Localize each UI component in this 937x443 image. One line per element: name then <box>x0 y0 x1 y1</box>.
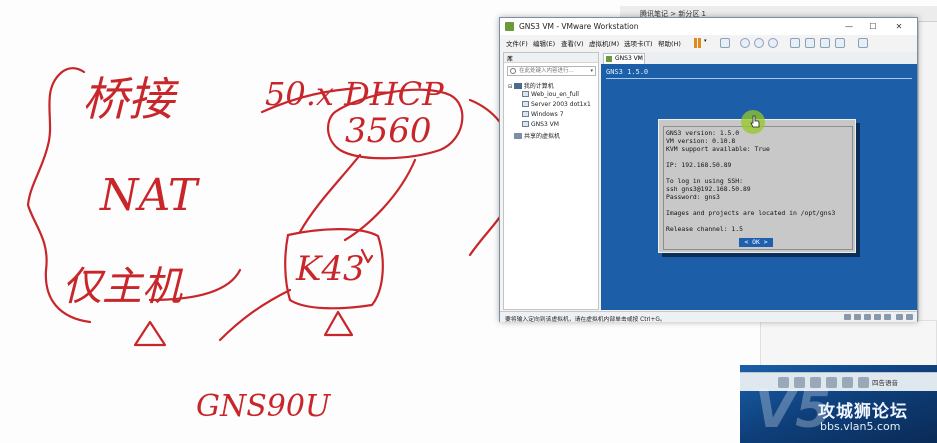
tree-item-shared-vms[interactable]: 共享的虚拟机 <box>514 131 560 140</box>
vm-icon <box>522 91 529 97</box>
dialog-line: To log in using SSH: <box>666 177 743 185</box>
gns-label: GNS90U <box>196 389 332 424</box>
menu-vm[interactable]: 虚拟机(M) <box>589 38 619 48</box>
vmware-statusbar: 要将输入定向到该虚拟机，请在虚拟机内部单击或按 Ctrl+G。 <box>500 311 917 323</box>
full-screen-icon[interactable] <box>820 38 830 48</box>
console-header: GNS3 1.5.0 <box>606 68 649 76</box>
menu-view[interactable]: 查看(V) <box>561 38 584 48</box>
bridge-label: 桥接 <box>82 72 180 126</box>
send-ctrl-alt-del-icon[interactable] <box>720 38 730 48</box>
dialog-line: IP: 192.168.50.89 <box>666 161 732 169</box>
pause-dropdown-chevron-icon[interactable]: ▾ <box>704 38 707 44</box>
switch-to-router-stroke <box>298 153 362 234</box>
watermark-title: 攻城狮论坛 <box>818 402 908 422</box>
console-view-icon[interactable] <box>858 38 868 48</box>
tab-close-icon[interactable]: × <box>637 54 642 64</box>
tree-root-my-computer[interactable]: ⊟ 我的计算机 <box>508 81 554 90</box>
nat-label: NAT <box>99 170 201 221</box>
hand-cursor-icon <box>750 115 760 128</box>
maximize-button[interactable]: ☐ <box>862 20 884 33</box>
vm-icon <box>522 121 529 127</box>
tree-item-gns3-vm[interactable]: GNS3 VM <box>522 121 559 128</box>
hard-disk-icon[interactable] <box>844 314 851 320</box>
close-button[interactable]: ✕ <box>888 20 910 33</box>
library-search-box[interactable]: ▾ <box>507 66 596 76</box>
vm-console[interactable]: GNS3 1.5.0 GNS3 version: 1.5.0 VM versio… <box>601 64 917 310</box>
vmware-window-title: GNS3 VM - VMware Workstation <box>519 22 639 31</box>
printer-icon[interactable] <box>896 314 903 320</box>
menu-edit[interactable]: 编辑(E) <box>533 38 555 48</box>
taskbar-doc-icon[interactable] <box>858 377 869 388</box>
dialog-line: VM version: 0.10.8 <box>666 137 736 145</box>
vm-icon <box>522 101 529 107</box>
ok-button[interactable]: < OK > <box>739 238 773 247</box>
router-label: K43 <box>295 249 365 289</box>
dhcp-label: 50.x DHCP <box>265 75 444 113</box>
menu-file[interactable]: 文件(F) <box>506 38 528 48</box>
dialog-line: Release channel: 1.5 <box>666 225 743 233</box>
unity-icon[interactable] <box>835 38 845 48</box>
usb-icon[interactable] <box>874 314 881 320</box>
router-link-stroke <box>218 288 292 342</box>
vm-tabbar: GNS3 VM × <box>601 52 917 64</box>
menu-help[interactable]: 帮助(H) <box>658 38 681 48</box>
vmware-window: GNS3 VM - VMware Workstation — ☐ ✕ 文件(F)… <box>499 17 918 323</box>
network-adapter-icon[interactable] <box>864 314 871 320</box>
library-panel: 库 × ▾ ⊟ 我的计算机 Web_iou_en_full Server 200… <box>503 52 599 310</box>
switch-label: 3560 <box>345 111 432 151</box>
minimize-button[interactable]: — <box>838 20 860 33</box>
snapshot-manager-icon[interactable] <box>768 38 778 48</box>
device-triangle-stroke-2 <box>323 310 354 337</box>
sound-icon[interactable] <box>884 314 891 320</box>
dialog-line: GNS3 version: 1.5.0 <box>666 129 740 137</box>
snapshot-icon[interactable] <box>740 38 750 48</box>
revert-snapshot-icon[interactable] <box>754 38 764 48</box>
switch-to-router-stroke-2 <box>343 158 417 242</box>
brace-top-stroke <box>60 67 86 74</box>
dialog-line: Images and projects are located in /opt/… <box>666 209 836 217</box>
dialog-line: ssh gns3@192.168.50.89 <box>666 185 751 193</box>
console-divider <box>606 78 912 79</box>
search-dropdown-chevron-icon[interactable]: ▾ <box>590 68 593 74</box>
dialog-line: Password: gns3 <box>666 193 720 201</box>
gns3-info-dialog: GNS3 version: 1.5.0 VM version: 0.10.8 K… <box>658 119 856 253</box>
menubar: 文件(F) 编辑(E) 查看(V) 虚拟机(M) 选项卡(T) 帮助(H) ▾ <box>500 35 917 50</box>
watermark-url: bbs.vlan5.com <box>820 420 901 433</box>
computer-icon <box>513 83 522 89</box>
tree-item-windows-7[interactable]: Windows 7 <box>522 111 564 118</box>
taskbar-live-label[interactable]: 四告语音 <box>872 377 898 387</box>
vmware-titlebar[interactable]: GNS3 VM - VMware Workstation — ☐ ✕ <box>500 18 917 35</box>
device-triangle-stroke <box>133 320 167 347</box>
expand-statusbar-icon[interactable] <box>906 314 913 320</box>
thumbnail-view-icon[interactable] <box>805 38 815 48</box>
cd-drive-icon[interactable] <box>854 314 861 320</box>
library-search-input[interactable] <box>519 67 587 75</box>
host-only-label: 仅主机 <box>62 264 184 310</box>
menu-tabs[interactable]: 选项卡(T) <box>624 38 653 48</box>
vmware-app-icon <box>505 22 514 31</box>
screen: 腾讯笔记 > 新分区 1 桥接 NAT 仅主机 50.x DHCP 3560 K… <box>0 0 937 443</box>
library-close-icon[interactable]: × <box>507 54 595 62</box>
taskbar-screen-icon[interactable] <box>842 377 853 388</box>
tree-item-server-2003[interactable]: Server 2003 dot1x1 <box>522 101 591 108</box>
vm-tab-icon <box>606 56 612 62</box>
dialog-line: KVM support available: True <box>666 145 770 153</box>
status-message: 要将输入定向到该虚拟机，请在虚拟机内部单击或按 Ctrl+G。 <box>505 317 666 323</box>
search-icon <box>510 68 516 74</box>
library-view-icon[interactable] <box>790 38 800 48</box>
vm-icon <box>522 111 529 117</box>
tree-item-web-iou[interactable]: Web_iou_en_full <box>522 91 579 98</box>
shared-vms-icon <box>514 133 522 139</box>
pause-icon[interactable] <box>693 38 702 48</box>
tab-gns3-vm[interactable]: GNS3 VM × <box>603 53 645 64</box>
library-header: 库 × <box>504 53 598 63</box>
